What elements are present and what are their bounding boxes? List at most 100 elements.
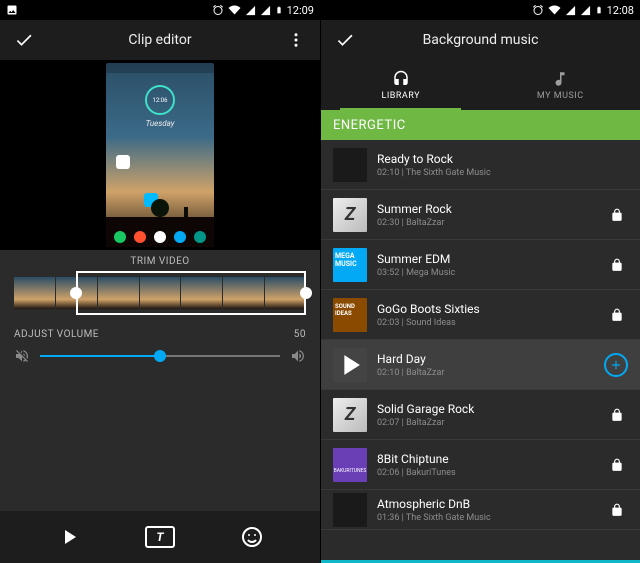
track-info: Ready to Rock 02:10 | The Sixth Gate Musi…	[377, 152, 628, 178]
tabs: LIBRARY MY MUSIC	[321, 60, 640, 110]
track-row[interactable]: BAKURITUNES 8Bit Chiptune 02:06 | BakuriTu…	[321, 440, 640, 490]
volume-mute-icon[interactable]	[14, 348, 30, 364]
track-info: Solid Garage Rock 02:07 | BaltaZzar	[377, 402, 596, 428]
emoji-button[interactable]	[229, 519, 275, 555]
track-title: Hard Day	[377, 352, 594, 366]
track-meta: 03:52 | Mega Music	[377, 268, 596, 278]
track-meta: 01:36 | The Sixth Gate Music	[377, 513, 596, 523]
text-overlay-button[interactable]: T	[137, 519, 183, 555]
volume-slider[interactable]	[40, 346, 280, 366]
app-bar: Background music	[321, 20, 640, 60]
more-vert-icon	[287, 31, 305, 49]
video-preview[interactable]: 12:06 Tuesday	[0, 60, 320, 250]
headphones-icon	[392, 70, 410, 88]
app-bar: Clip editor	[0, 20, 320, 60]
track-row[interactable]: SOUNDIDEAS GoGo Boots Sixties 02:03 | Soun…	[321, 290, 640, 340]
track-info: Atmospheric DnB 01:36 | The Sixth Gate Mu…	[377, 497, 596, 523]
alarm-icon	[532, 4, 544, 16]
album-art	[333, 148, 367, 182]
track-row[interactable]: Ready to Rock 02:10 | The Sixth Gate Musi…	[321, 140, 640, 190]
wifi-icon	[548, 4, 561, 16]
track-meta: 02:10 | The Sixth Gate Music	[377, 168, 628, 178]
lock-icon	[610, 258, 624, 272]
track-title: Summer EDM	[377, 252, 596, 266]
lock-icon	[610, 503, 624, 517]
category-label: ENERGETIC	[333, 118, 406, 133]
album-art: MEGAMUSIC	[333, 248, 367, 282]
trim-selection[interactable]	[76, 271, 306, 315]
trim-timeline[interactable]	[14, 271, 306, 315]
track-row[interactable]: Z Summer Rock02:30 | BaltaZzar	[321, 190, 640, 240]
clip-editor-screen: 12:09 Clip editor 12:06 Tuesday	[0, 0, 320, 563]
lock-icon	[610, 458, 624, 472]
track-meta: 02:10 | BaltaZzar	[377, 368, 594, 378]
lock-icon	[610, 308, 624, 322]
trim-handle-left[interactable]	[70, 287, 82, 299]
locked-indicator	[606, 408, 628, 422]
album-art: SOUNDIDEAS	[333, 298, 367, 332]
signal-icon	[260, 5, 271, 16]
track-title: GoGo Boots Sixties	[377, 302, 596, 316]
status-bar: 12:09	[0, 0, 320, 20]
signal-icon	[565, 5, 576, 16]
track-title: Atmospheric DnB	[377, 497, 596, 511]
track-meta: 02:03 | Sound Ideas	[377, 318, 596, 328]
battery-icon	[595, 4, 603, 16]
track-title: 8Bit Chiptune	[377, 452, 596, 466]
track-row[interactable]: Hard Day 02:10 | BaltaZzar	[321, 340, 640, 390]
category-header[interactable]: ENERGETIC	[321, 110, 640, 140]
lock-icon	[610, 408, 624, 422]
status-bar: 12:08	[321, 0, 640, 20]
check-icon	[14, 30, 34, 50]
album-art	[333, 348, 367, 382]
alarm-icon	[212, 4, 224, 16]
track-info: Hard Day 02:10 | BaltaZzar	[377, 352, 594, 378]
background-music-screen: 12:08 Background music LIBRARY MY MUSIC …	[320, 0, 640, 563]
album-art	[333, 493, 367, 527]
album-art: BAKURITUNES	[333, 448, 367, 482]
preview-thumbnail: 12:06 Tuesday	[106, 63, 214, 247]
emoji-icon	[240, 525, 264, 549]
album-art: Z	[333, 198, 367, 232]
track-info: Summer Rock02:30 | BaltaZzar	[377, 202, 596, 228]
signal-icon	[245, 5, 256, 16]
volume-label: ADJUST VOLUME	[14, 329, 99, 340]
plus-icon	[609, 358, 623, 372]
text-icon: T	[145, 526, 175, 548]
track-info: Summer EDM 03:52 | Mega Music	[377, 252, 596, 278]
track-title: Solid Garage Rock	[377, 402, 596, 416]
album-art: Z	[333, 398, 367, 432]
play-button[interactable]	[46, 519, 92, 555]
trim-handle-right[interactable]	[300, 287, 312, 299]
lock-icon	[610, 208, 624, 222]
track-list[interactable]: Ready to Rock 02:10 | The Sixth Gate Musi…	[321, 140, 640, 563]
tab-library[interactable]: LIBRARY	[321, 60, 481, 110]
status-time: 12:08	[607, 4, 634, 17]
volume-value: 50	[294, 329, 306, 340]
image-icon	[6, 4, 18, 16]
status-time: 12:09	[287, 4, 314, 17]
confirm-button[interactable]	[331, 30, 359, 50]
volume-up-icon[interactable]	[290, 348, 306, 364]
track-meta: 02:30 | BaltaZzar	[377, 218, 596, 228]
tab-my-music[interactable]: MY MUSIC	[481, 60, 640, 110]
track-row[interactable]: Atmospheric DnB 01:36 | The Sixth Gate Mu…	[321, 490, 640, 530]
track-row[interactable]: Z Solid Garage Rock 02:07 | BaltaZzar	[321, 390, 640, 440]
appbar-title: Background music	[359, 32, 602, 48]
track-title: Ready to Rock	[377, 152, 628, 166]
confirm-button[interactable]	[10, 30, 38, 50]
bottom-toolbar: T	[0, 511, 320, 563]
appbar-title: Clip editor	[38, 32, 282, 48]
wifi-icon	[228, 4, 241, 16]
track-meta: 02:06 | BakuriTunes	[377, 468, 596, 478]
check-icon	[335, 30, 355, 50]
overflow-button[interactable]	[282, 31, 310, 49]
battery-icon	[275, 4, 283, 16]
locked-indicator	[606, 503, 628, 517]
add-track-button[interactable]	[604, 353, 628, 377]
locked-indicator	[606, 208, 628, 222]
track-info: GoGo Boots Sixties 02:03 | Sound Ideas	[377, 302, 596, 328]
locked-indicator	[606, 458, 628, 472]
track-meta: 02:07 | BaltaZzar	[377, 418, 596, 428]
track-row[interactable]: MEGAMUSIC Summer EDM 03:52 | Mega Music	[321, 240, 640, 290]
